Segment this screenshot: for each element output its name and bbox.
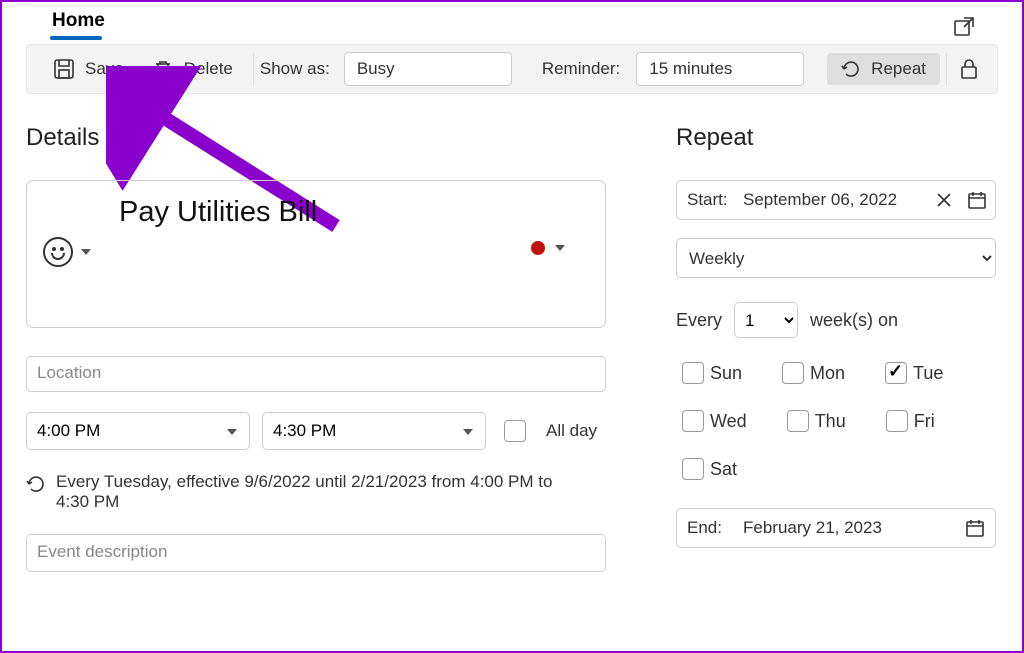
checkbox	[682, 410, 704, 432]
save-label: Save	[85, 59, 124, 79]
end-time-select[interactable]: 4:30 PM	[262, 412, 486, 450]
repeat-end-value: February 21, 2023	[743, 518, 882, 538]
checkbox	[885, 362, 907, 384]
chevron-down-icon	[463, 429, 473, 435]
chevron-down-icon	[227, 429, 237, 435]
repeat-end-field[interactable]: End: February 21, 2023	[676, 508, 996, 548]
day-label: Fri	[914, 411, 935, 432]
category-color-dot	[531, 241, 545, 255]
location-input[interactable]: Location	[26, 356, 606, 392]
reminder-value: 15 minutes	[649, 59, 732, 79]
description-input[interactable]: Event description	[26, 534, 606, 572]
day-label: Mon	[810, 363, 845, 384]
every-suffix: week(s) on	[810, 310, 898, 331]
checkbox	[886, 410, 908, 432]
chevron-down-icon	[81, 249, 91, 255]
day-label: Wed	[710, 411, 747, 432]
day-tue[interactable]: Tue	[879, 362, 943, 384]
day-mon[interactable]: Mon	[776, 362, 845, 384]
repeat-start-field[interactable]: Start: September 06, 2022	[676, 180, 996, 220]
all-day-label: All day	[546, 421, 597, 441]
private-button[interactable]	[953, 52, 985, 86]
delete-button[interactable]: Delete	[138, 52, 247, 86]
reminder-label: Reminder:	[542, 59, 620, 79]
repeat-button[interactable]: Repeat	[827, 53, 940, 85]
calendar-icon[interactable]	[967, 190, 987, 210]
tab-home[interactable]: Home	[50, 6, 107, 38]
event-title-input[interactable]	[117, 195, 663, 230]
every-prefix: Every	[676, 310, 722, 331]
recurrence-text: Every Tuesday, effective 9/6/2022 until …	[56, 472, 576, 512]
repeat-end-label: End:	[687, 518, 743, 538]
repeat-start-value: September 06, 2022	[743, 190, 897, 210]
reminder-select[interactable]: 15 minutes	[636, 52, 804, 86]
repeat-heading: Repeat	[676, 124, 996, 152]
day-wed[interactable]: Wed	[676, 410, 747, 432]
day-sat[interactable]: Sat	[676, 458, 737, 480]
event-card	[26, 180, 606, 328]
recurrence-icon	[26, 474, 46, 499]
show-as-select[interactable]: Busy	[344, 52, 512, 86]
description-placeholder: Event description	[37, 542, 167, 561]
repeat-start-label: Start:	[687, 190, 743, 210]
every-count-select[interactable]: 1	[734, 302, 798, 338]
end-time-value: 4:30 PM	[273, 421, 336, 441]
day-sun[interactable]: Sun	[676, 362, 742, 384]
day-label: Sun	[710, 363, 742, 384]
day-label: Thu	[815, 411, 846, 432]
delete-label: Delete	[184, 59, 233, 79]
day-fri[interactable]: Fri	[880, 410, 935, 432]
emoji-icon	[43, 237, 73, 267]
day-label: Tue	[913, 363, 943, 384]
popout-icon[interactable]	[952, 15, 976, 44]
all-day-checkbox[interactable]	[504, 420, 526, 442]
calendar-icon[interactable]	[965, 518, 985, 538]
checkbox	[682, 458, 704, 480]
save-button[interactable]: Save	[39, 52, 138, 86]
show-as-value: Busy	[357, 59, 395, 79]
repeat-period-select[interactable]: Weekly	[676, 238, 996, 278]
day-label: Sat	[710, 459, 737, 480]
repeat-button-label: Repeat	[871, 59, 926, 79]
toolbar: Save Delete Show as: Busy Reminder: 15 m…	[26, 44, 998, 94]
lock-icon	[959, 58, 979, 80]
location-placeholder: Location	[37, 363, 101, 382]
details-heading: Details	[26, 124, 606, 152]
start-time-value: 4:00 PM	[37, 421, 100, 441]
checkbox	[782, 362, 804, 384]
show-as-label: Show as:	[260, 59, 330, 79]
emoji-picker[interactable]	[43, 237, 91, 267]
chevron-down-icon	[555, 245, 565, 251]
day-thu[interactable]: Thu	[781, 410, 846, 432]
checkbox	[787, 410, 809, 432]
start-time-select[interactable]: 4:00 PM	[26, 412, 250, 450]
checkbox	[682, 362, 704, 384]
clear-icon[interactable]	[935, 191, 953, 209]
category-picker[interactable]	[531, 241, 565, 255]
